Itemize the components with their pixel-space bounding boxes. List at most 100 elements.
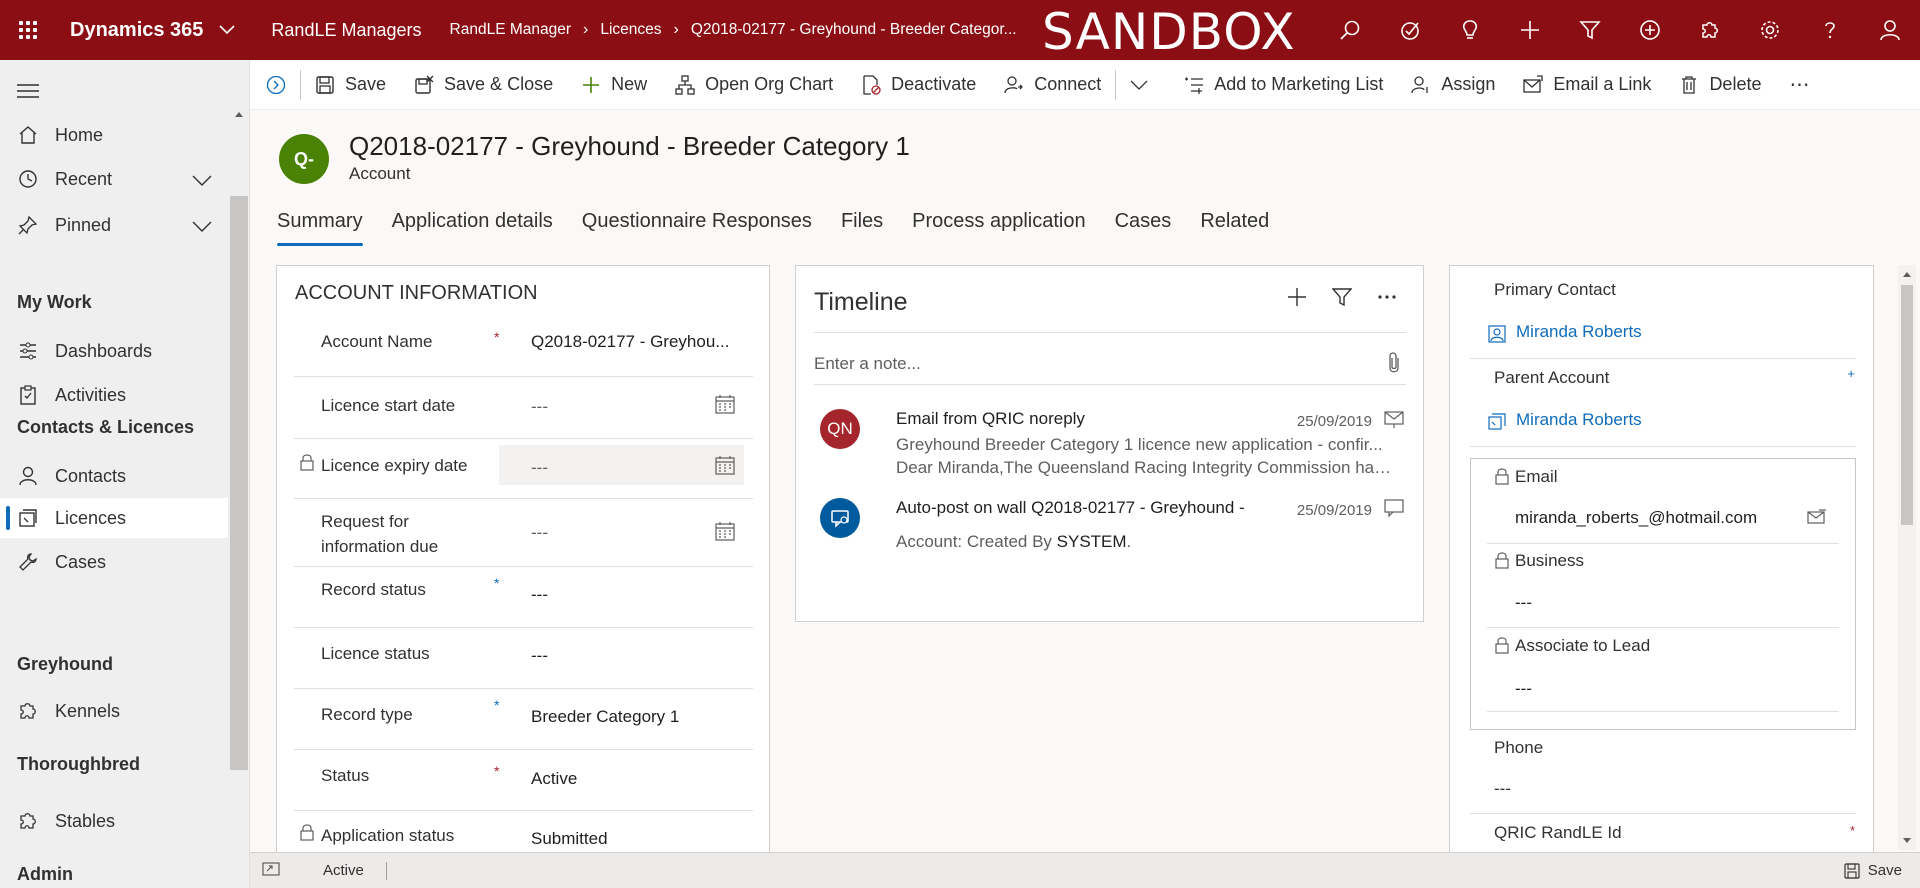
scrollbar-thumb[interactable] xyxy=(1901,285,1913,525)
licence-start-date-input[interactable]: --- xyxy=(531,397,548,417)
tab-files[interactable]: Files xyxy=(841,210,883,246)
add-to-marketing-list-label: Add to Marketing List xyxy=(1214,74,1384,94)
chevron-down-icon[interactable] xyxy=(192,171,212,192)
record-type-select[interactable]: Breeder Category 1 xyxy=(531,707,679,727)
more-commands-button[interactable]: ⋯ xyxy=(1775,60,1823,110)
help-icon[interactable] xyxy=(1800,0,1860,60)
nav-item-recent[interactable]: Recent xyxy=(0,159,228,199)
nav-item-pinned[interactable]: Pinned xyxy=(0,205,228,245)
request-info-due-input[interactable]: --- xyxy=(531,523,548,543)
status-save-button[interactable]: Save xyxy=(1844,862,1902,879)
save-label: Save xyxy=(345,74,387,94)
delete-button[interactable]: Delete xyxy=(1665,60,1775,110)
calendar-icon[interactable] xyxy=(715,394,735,419)
tab-related[interactable]: Related xyxy=(1200,210,1269,246)
nav-item-contacts[interactable]: Contacts xyxy=(0,456,228,496)
new-button[interactable]: New xyxy=(567,60,661,110)
record-status-select[interactable]: --- xyxy=(531,585,548,605)
tab-summary[interactable]: Summary xyxy=(277,210,363,246)
parent-account-link[interactable]: Miranda Roberts xyxy=(1516,410,1642,430)
account-fields: Account Name * Q2018-02177 - Greyhou... … xyxy=(276,265,770,852)
field-label: Status xyxy=(321,766,370,785)
circle-plus-icon[interactable] xyxy=(1620,0,1680,60)
puzzle-icon xyxy=(16,811,40,831)
hamburger-icon[interactable] xyxy=(17,84,39,103)
chevron-down-icon[interactable] xyxy=(192,217,212,238)
field-label: Licence expiry date xyxy=(321,456,468,475)
top-bar: Dynamics 365 RandLE Managers RandLE Mana… xyxy=(0,0,1920,61)
nav-item-activities[interactable]: Activities xyxy=(0,375,228,415)
timeline-item-subject: Greyhound Breeder Category 1 licence new… xyxy=(896,435,1383,454)
plus-icon[interactable] xyxy=(1500,0,1560,60)
nav-item-dashboards[interactable]: Dashboards xyxy=(0,331,228,371)
nav-item-label: Cases xyxy=(55,551,107,572)
back-button[interactable] xyxy=(250,60,300,110)
licence-status-select[interactable]: --- xyxy=(531,646,548,666)
connect-dropdown-button[interactable] xyxy=(1116,60,1162,110)
deactivate-label: Deactivate xyxy=(891,74,977,94)
email-icon xyxy=(1384,409,1406,434)
nav-item-stables[interactable]: Stables xyxy=(0,801,228,841)
nav-item-licences[interactable]: Licences xyxy=(0,498,228,538)
field-record-type: Record type * Breeder Category 1 xyxy=(294,689,753,750)
search-icon[interactable] xyxy=(1320,0,1380,60)
assign-button[interactable]: Assign xyxy=(1397,60,1509,110)
gear-icon[interactable] xyxy=(1740,0,1800,60)
email-a-link-button[interactable]: Email a Link xyxy=(1509,60,1665,110)
calendar-icon[interactable] xyxy=(715,521,735,546)
app-module-name[interactable]: RandLE Managers xyxy=(271,20,421,41)
circle-arrow-icon xyxy=(266,75,286,95)
plus-icon[interactable] xyxy=(1274,282,1319,312)
filter-icon[interactable] xyxy=(1319,282,1364,312)
lock-icon xyxy=(1495,551,1509,574)
field-label: QRIC RandLE Id xyxy=(1494,823,1622,842)
app-name[interactable]: Dynamics 365 xyxy=(70,19,203,42)
chevron-down-icon[interactable] xyxy=(217,20,237,40)
send-email-icon[interactable] xyxy=(1807,509,1827,530)
open-org-chart-button[interactable]: Open Org Chart xyxy=(661,60,847,110)
task-icon[interactable] xyxy=(1380,0,1440,60)
filter-icon[interactable] xyxy=(1560,0,1620,60)
puzzle-icon xyxy=(16,701,40,721)
main-scrollbar[interactable] xyxy=(1898,265,1916,850)
deactivate-icon xyxy=(861,74,881,95)
note-input[interactable]: Enter a note... xyxy=(814,354,921,374)
tab-process-application[interactable]: Process application xyxy=(912,210,1085,246)
user-icon[interactable] xyxy=(1860,0,1920,60)
add-to-marketing-list-button[interactable]: Add to Marketing List xyxy=(1162,60,1397,110)
tab-questionnaire-responses[interactable]: Questionnaire Responses xyxy=(582,210,812,246)
lightbulb-icon[interactable] xyxy=(1440,0,1500,60)
breadcrumb-item[interactable]: RandLE Manager xyxy=(450,21,572,39)
nav-item-home[interactable]: Home xyxy=(0,115,228,155)
deactivate-button[interactable]: Deactivate xyxy=(847,60,990,110)
timeline-item[interactable]: Auto-post on wall Q2018-02177 - Greyhoun… xyxy=(814,498,1406,558)
paperclip-icon[interactable] xyxy=(1387,352,1401,379)
nav-item-label: Home xyxy=(55,124,104,145)
primary-contact-link[interactable]: Miranda Roberts xyxy=(1516,322,1642,342)
save-button[interactable]: Save xyxy=(301,60,400,110)
open-window-icon[interactable] xyxy=(262,861,280,881)
connect-button[interactable]: Connect xyxy=(990,60,1115,110)
chevron-right-icon: › xyxy=(583,21,589,38)
more-icon[interactable] xyxy=(1364,282,1409,312)
tab-application-details[interactable]: Application details xyxy=(392,210,553,246)
phone-value[interactable]: --- xyxy=(1494,779,1511,799)
trash-icon xyxy=(1679,75,1699,95)
puzzle-icon[interactable] xyxy=(1680,0,1740,60)
dashboard-icon xyxy=(16,341,40,361)
app-launcher-icon[interactable] xyxy=(0,0,56,60)
nav-item-label: Licences xyxy=(55,507,127,528)
nav-item-label: Kennels xyxy=(55,700,121,721)
nav-item-kennels[interactable]: Kennels xyxy=(0,691,228,731)
save-close-button[interactable]: Save & Close xyxy=(400,60,567,110)
field-record-status: Record status * --- xyxy=(294,567,753,628)
tab-cases[interactable]: Cases xyxy=(1115,210,1172,246)
breadcrumb-item[interactable]: Licences xyxy=(600,21,661,39)
status-select[interactable]: Active xyxy=(531,769,577,789)
scrollbar-thumb[interactable] xyxy=(230,196,248,770)
nav-item-cases[interactable]: Cases xyxy=(0,542,228,582)
nav-scrollbar[interactable] xyxy=(230,112,248,888)
account-name-input[interactable]: Q2018-02177 - Greyhou... xyxy=(531,332,729,352)
nav-item-label: Activities xyxy=(55,384,127,405)
timeline-item[interactable]: QN Email from QRIC noreply 25/09/2019 Gr… xyxy=(814,409,1406,494)
